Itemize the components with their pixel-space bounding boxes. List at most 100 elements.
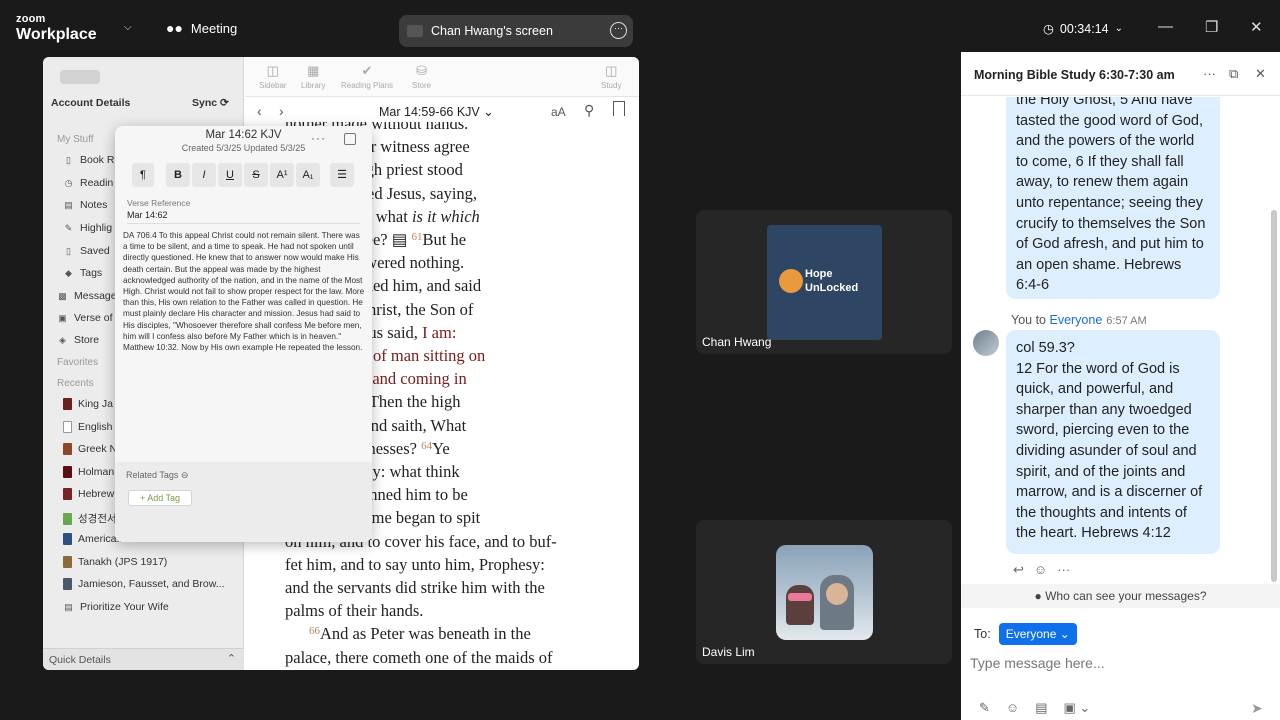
participant-photo (776, 545, 873, 640)
sidebar-toggle[interactable] (60, 70, 100, 84)
sidebar-icon: ◫ (266, 63, 279, 78)
toolbar-sidebar-button[interactable]: ◫ Sidebar (259, 63, 287, 90)
book-cover-icon (63, 533, 72, 545)
account-details[interactable]: Account Details (51, 97, 130, 109)
chat-header: Morning Bible Study 6:30-7:30 am ··· ⧉ ✕ (961, 52, 1280, 96)
person-icon: ● (1034, 589, 1042, 603)
sidebar-item-saved[interactable]: ▯ Saved (63, 245, 110, 257)
emoji-icon[interactable]: ☺ (1006, 700, 1019, 716)
file-icon[interactable]: ▤ (1035, 700, 1047, 716)
recent-item[interactable]: English (63, 421, 112, 433)
recent-item[interactable]: 성경전서 (63, 511, 117, 526)
clock-icon: ◷ (1043, 22, 1054, 36)
recents-heading: Recents (57, 378, 94, 389)
reply-icon[interactable]: ↩ (1013, 562, 1024, 578)
recipient-row: To: Everyone ⌄ (974, 623, 1077, 645)
list-button[interactable]: ☰ (330, 163, 354, 187)
toolbar-store-button[interactable]: ⛁ Store (412, 63, 431, 90)
verse-reference-field[interactable]: Mar 14:62 (127, 210, 360, 224)
recent-item[interactable]: Holman (63, 466, 114, 478)
italic-text: is it which (411, 206, 480, 226)
clock-icon: ◷ (64, 177, 73, 188)
sync-button[interactable]: Sync ⟳ (192, 97, 229, 109)
lock-icon (779, 269, 803, 293)
sidebar-item-verse[interactable]: ▣ Verse of (57, 312, 112, 324)
more-icon[interactable]: ··· (1203, 66, 1216, 81)
message-input[interactable]: Type message here... (970, 655, 1105, 671)
strikethrough-button[interactable]: S (244, 163, 268, 187)
sidebar-item-book[interactable]: ▯ Book R (63, 154, 114, 166)
sidebar-item-store[interactable]: ◈ Store (57, 334, 99, 346)
back-icon[interactable]: ‹ (257, 103, 262, 119)
send-icon[interactable]: ➤ (1251, 700, 1263, 717)
collapse-icon[interactable]: ⊖ (181, 470, 189, 480)
add-tag-button[interactable]: + Add Tag (128, 490, 192, 506)
more-icon[interactable]: ··· (311, 131, 326, 145)
verse-number: 66 (309, 625, 320, 638)
more-options-icon[interactable]: ··· (610, 22, 627, 39)
chevron-down-icon[interactable]: ⌵ (124, 22, 132, 33)
toolbar-study-button[interactable]: ◫ Study (601, 63, 621, 90)
paragraph-button[interactable]: ¶ (132, 163, 154, 187)
italic-button[interactable]: I (192, 163, 216, 187)
recent-item[interactable]: ▤ Prioritize Your Wife (63, 601, 168, 613)
expand-icon[interactable] (344, 133, 356, 145)
format-icon[interactable]: ✎ (979, 700, 990, 716)
close-icon[interactable]: ✕ (1250, 18, 1263, 36)
superscript-button[interactable]: A¹ (270, 163, 294, 187)
toolbar-library-button[interactable]: ▦ Library (301, 63, 325, 90)
chat-title: Morning Bible Study 6:30-7:30 am (974, 68, 1175, 82)
reader-line: palms of their hands. (285, 601, 423, 621)
bold-button[interactable]: B (166, 163, 190, 187)
sidebar-item-highlights[interactable]: ✎ Highlig (63, 222, 112, 234)
verse-text: Ye (432, 438, 450, 458)
screen-share-pill[interactable]: Chan Hwang's screen ··· (399, 15, 633, 47)
meeting-menu[interactable]: ●● Meeting (166, 20, 237, 36)
quick-details-bar[interactable]: Quick Details ⌃ (43, 648, 244, 670)
recent-item[interactable]: Hebrew (63, 488, 114, 500)
passage-reference[interactable]: Mar 14:59-66 KJV ⌄ (379, 104, 494, 119)
sidebar-item-reading[interactable]: ◷ Readin (63, 177, 114, 189)
popout-icon[interactable]: ⧉ (1229, 66, 1238, 82)
minimize-icon[interactable]: — (1158, 18, 1173, 35)
emoji-reaction-icon[interactable]: ☺ (1034, 562, 1047, 578)
library-icon: ▦ (307, 63, 320, 78)
words-of-christ: I am: (422, 322, 457, 342)
verse-text: palace, there cometh one of the maids of (285, 647, 553, 667)
toolbar-reading-plans-button[interactable]: ✔ Reading Plans (341, 63, 393, 90)
chevron-up-icon: ⌃ (226, 653, 236, 665)
screenshot-icon[interactable]: ▣ ⌄ (1063, 700, 1090, 716)
recent-item[interactable]: Tanakh (JPS 1917) (63, 556, 167, 568)
bookmark-icon[interactable] (613, 101, 625, 116)
recent-item[interactable]: King Ja (63, 398, 113, 410)
recent-item[interactable]: Greek N (63, 443, 117, 455)
text-size-icon[interactable]: aA (551, 105, 566, 119)
forward-icon[interactable]: › (279, 103, 284, 119)
reader-line: palace, there cometh one of the maids of (285, 648, 553, 668)
search-icon[interactable]: ⚲ (584, 102, 594, 119)
chat-messages[interactable]: the Holy Ghost, 5 And have tasted the go… (961, 97, 1280, 587)
message-sender: You to Everyone 6:57 AM (1011, 313, 1147, 327)
subscript-button[interactable]: A₁ (296, 163, 320, 187)
more-icon[interactable]: ··· (1057, 562, 1070, 578)
restore-icon[interactable]: ❐ (1205, 18, 1218, 36)
recent-item[interactable]: Jamieson, Fausset, and Brow... (63, 578, 225, 590)
verse-text: palms of their hands. (285, 601, 424, 621)
who-can-see-link[interactable]: ● Who can see your messages? (961, 584, 1280, 608)
close-icon[interactable]: ✕ (1255, 66, 1266, 82)
note-dates: Created 5/3/25 Updated 5/3/25 (181, 143, 306, 153)
document-icon: ▤ (64, 601, 73, 612)
chat-panel: Morning Bible Study 6:30-7:30 am ··· ⧉ ✕… (961, 52, 1280, 720)
underline-button[interactable]: U (218, 163, 242, 187)
reader-line: 66And as Peter was beneath in the (309, 624, 531, 644)
meeting-timer[interactable]: ◷ 00:34:14 ⌄ (1043, 21, 1123, 37)
book-cover-icon (63, 421, 72, 433)
recipient-dropdown[interactable]: Everyone ⌄ (998, 623, 1077, 645)
sidebar-item-messages[interactable]: ▩ Message (57, 290, 116, 302)
sidebar-item-tags[interactable]: ◆ Tags (63, 267, 102, 279)
cart-icon: ⛁ (416, 63, 428, 78)
chat-input-toolbar: ✎ ☺ ▤ ▣ ⌄ (979, 700, 1090, 716)
sidebar-item-notes[interactable]: ▤ Notes (63, 199, 107, 211)
chat-scrollbar[interactable] (1271, 210, 1277, 582)
note-body-editor[interactable]: DA 706.4 To this appeal Christ could not… (123, 230, 365, 353)
